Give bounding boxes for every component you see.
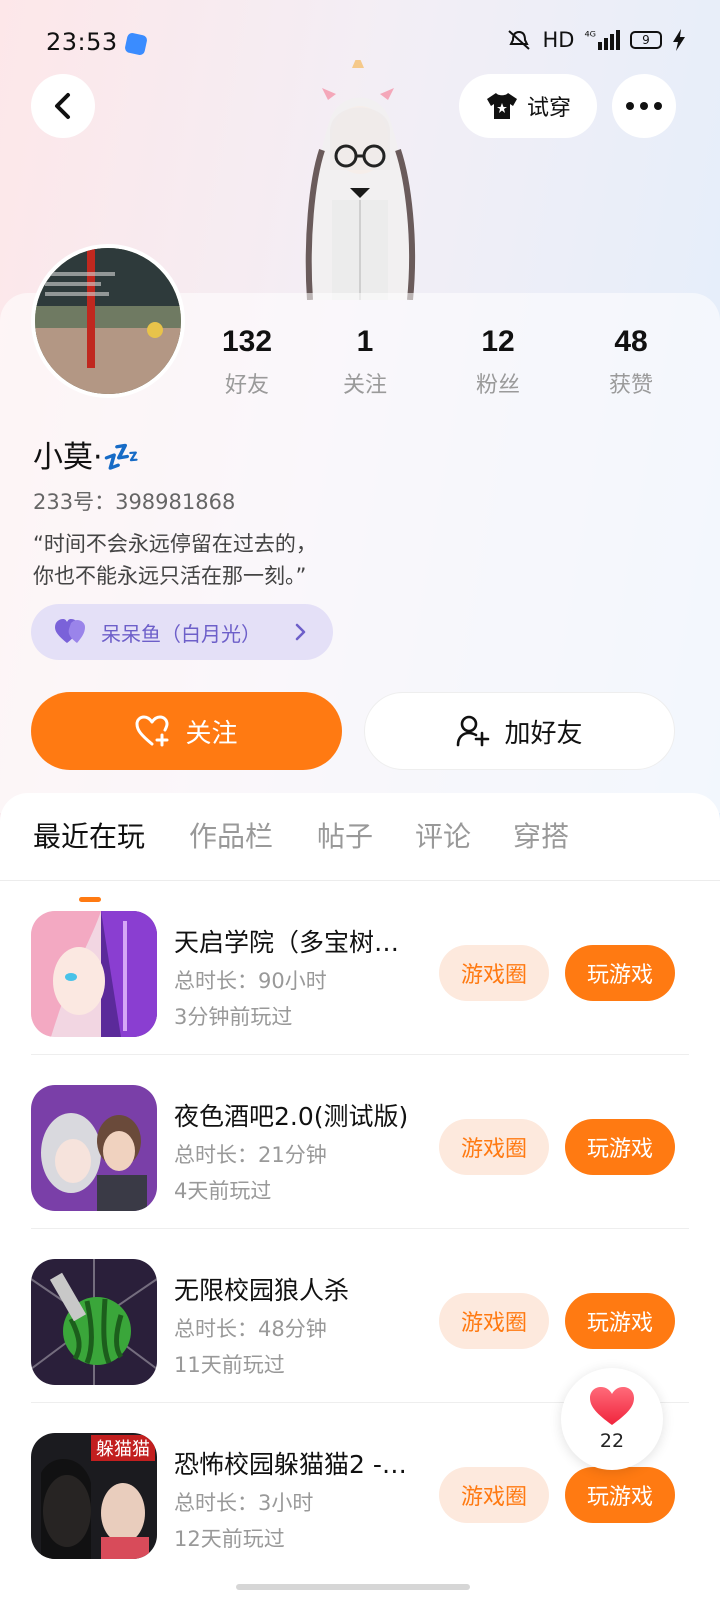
game-duration: 总时长：21分钟: [174, 1143, 327, 1167]
stat-likes[interactable]: 48 获赞: [576, 325, 686, 399]
status-time: 23:53: [46, 28, 118, 56]
game-last-played: 3分钟前玩过: [174, 1005, 293, 1029]
game-icon[interactable]: [31, 1085, 157, 1211]
follow-label: 关注: [185, 718, 238, 749]
game-title: 无限校园狼人杀: [174, 1276, 350, 1305]
stat-value: 132: [221, 325, 273, 358]
game-last-played: 4天前玩过: [174, 1179, 272, 1203]
charging-icon: [673, 29, 685, 51]
game-icon-image: 躲猫猫: [31, 1433, 157, 1559]
chevron-right-icon: [295, 623, 306, 641]
game-icon-image: [31, 911, 157, 1037]
back-button[interactable]: [31, 74, 95, 138]
game-icon-image: [31, 1259, 157, 1385]
double-heart-icon: [55, 619, 85, 643]
character-avatar-figure[interactable]: [270, 60, 450, 300]
like-button[interactable]: 22: [561, 1368, 663, 1470]
game-duration: 总时长：48分钟: [174, 1317, 327, 1341]
follow-button[interactable]: 关注: [31, 692, 342, 770]
play-game-button[interactable]: 玩游戏: [565, 1467, 675, 1523]
bond-label: 呆呆鱼（白月光）: [101, 621, 261, 646]
stat-value: 48: [614, 325, 648, 358]
mute-bell-icon: [508, 30, 531, 50]
user-id: 233号：398981868: [33, 490, 236, 514]
game-duration: 总时长：90小时: [174, 969, 327, 993]
game-circle-button[interactable]: 游戏圈: [439, 945, 549, 1001]
app-notification-icon: [124, 32, 148, 56]
game-circle-button[interactable]: 游戏圈: [439, 1293, 549, 1349]
try-on-button[interactable]: 试穿: [459, 74, 597, 138]
heart-icon: [590, 1387, 634, 1425]
game-last-played: 11天前玩过: [174, 1353, 285, 1377]
user-nickname: 小莫·💤: [33, 440, 140, 475]
tab-recently-played[interactable]: 最近在玩: [33, 815, 145, 855]
game-circle-button[interactable]: 游戏圈: [439, 1119, 549, 1175]
content-panel: 最近在玩 作品栏 帖子 评论 穿搭 天启学院（多宝树… 总时长：90小时 3分钟…: [0, 793, 720, 1600]
try-on-label: 试穿: [526, 96, 571, 121]
game-icon-image: [31, 1085, 157, 1211]
stat-label: 粉丝: [475, 373, 520, 398]
stat-fans[interactable]: 12 粉丝: [443, 325, 553, 399]
battery-icon: 9: [630, 31, 662, 49]
game-icon[interactable]: [31, 1259, 157, 1385]
stat-label: 获赞: [608, 373, 653, 398]
game-title: 恐怖校园躲猫猫2 -…: [174, 1450, 407, 1479]
tab-works[interactable]: 作品栏: [189, 815, 273, 855]
game-duration: 总时长：3小时: [174, 1491, 314, 1515]
tab-posts[interactable]: 帖子: [317, 815, 373, 855]
profile-tabs: 最近在玩 作品栏 帖子 评论 穿搭: [0, 815, 720, 902]
status-indicators: HD ⁴ᴳ 9: [506, 28, 686, 52]
play-game-button[interactable]: 玩游戏: [565, 945, 675, 1001]
back-arrow-icon: [55, 93, 70, 119]
user-avatar[interactable]: [31, 244, 185, 398]
game-last-played: 12天前玩过: [174, 1527, 285, 1551]
avatar-game-screenshot-image: [35, 248, 181, 394]
more-icon: [626, 102, 662, 110]
user-bio: “时间不会永远停留在过去的， 你也不能永远只活在那一刻。”: [33, 528, 317, 592]
play-game-button[interactable]: 玩游戏: [565, 1293, 675, 1349]
tab-comments[interactable]: 评论: [415, 815, 471, 855]
game-list-item[interactable]: 天启学院（多宝树… 总时长：90小时 3分钟前玩过 游戏圈 玩游戏: [0, 881, 720, 1055]
bio-line: 你也不能永远只活在那一刻。”: [33, 564, 307, 588]
like-count: 22: [599, 1430, 625, 1452]
add-user-icon: [457, 715, 490, 747]
more-options-button[interactable]: [612, 74, 676, 138]
add-friend-button[interactable]: 加好友: [364, 692, 675, 770]
stat-friends[interactable]: 132 好友: [192, 325, 302, 399]
heart-plus-icon: [135, 715, 169, 747]
stat-following[interactable]: 1 关注: [310, 325, 420, 399]
signal-strength-icon: ⁴ᴳ: [584, 30, 620, 50]
tshirt-icon: [486, 93, 517, 119]
stat-value: 1: [356, 325, 374, 358]
bio-line: “时间不会永远停留在过去的，: [33, 532, 317, 556]
bond-relation-pill[interactable]: 呆呆鱼（白月光）: [31, 604, 333, 660]
game-list-item[interactable]: 夜色酒吧2.0(测试版) 总时长：21分钟 4天前玩过 游戏圈 玩游戏: [0, 1055, 720, 1229]
game-icon[interactable]: [31, 911, 157, 1037]
home-indicator[interactable]: [236, 1584, 470, 1590]
game-title: 夜色酒吧2.0(测试版): [174, 1102, 409, 1131]
game-icon-text: 躲猫猫: [96, 1439, 150, 1460]
add-friend-label: 加好友: [504, 718, 583, 749]
tab-outfits[interactable]: 穿搭: [513, 815, 569, 855]
game-title: 天启学院（多宝树…: [174, 928, 400, 957]
game-circle-button[interactable]: 游戏圈: [439, 1467, 549, 1523]
stat-label: 关注: [342, 373, 387, 398]
play-game-button[interactable]: 玩游戏: [565, 1119, 675, 1175]
stat-value: 12: [481, 325, 515, 358]
game-icon[interactable]: 躲猫猫: [31, 1433, 157, 1559]
network-type: HD: [542, 28, 575, 52]
stat-label: 好友: [224, 373, 269, 398]
